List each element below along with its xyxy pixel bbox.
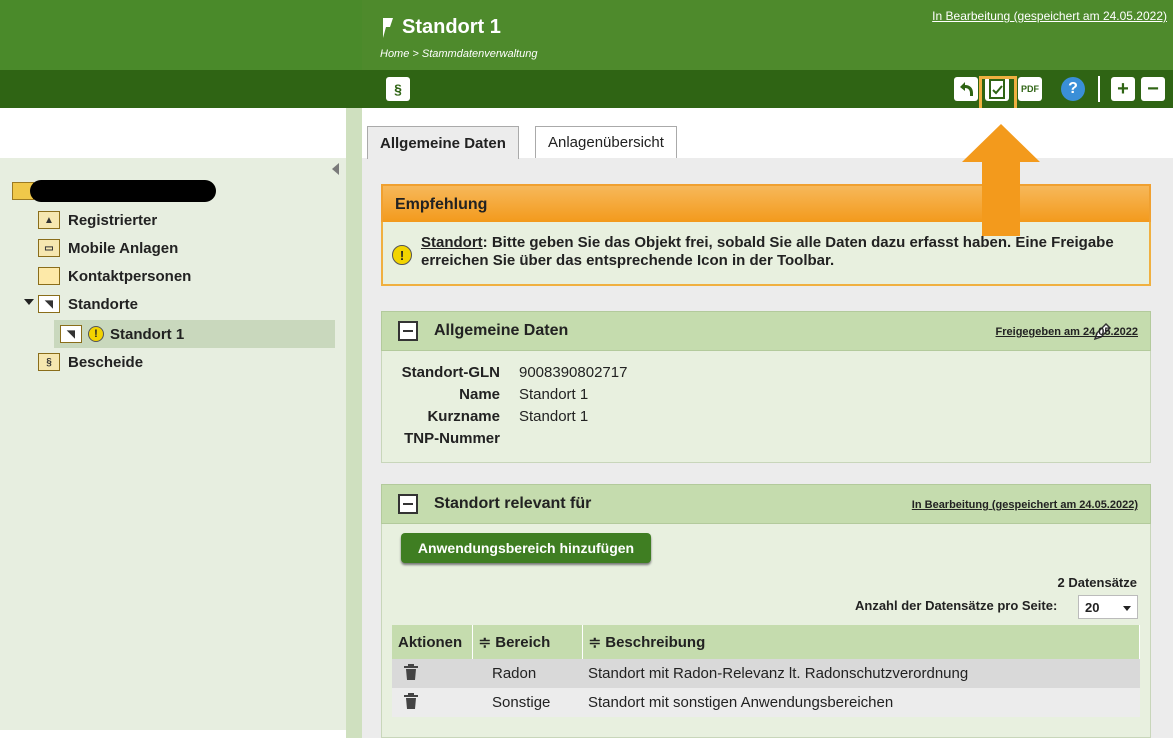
page-title: Standort 1	[380, 16, 501, 39]
column-header-bereich[interactable]: ≑ Bereich	[472, 625, 583, 659]
sidebar-item-label: Kontaktpersonen	[68, 267, 192, 285]
sidebar-item-label: Bescheide	[68, 353, 144, 371]
sidebar-item-bescheide[interactable]: § Bescheide	[38, 350, 143, 374]
cell-bereich: Sonstige	[472, 688, 582, 717]
per-page-value: 20	[1085, 599, 1100, 615]
per-page-select[interactable]: 20	[1078, 595, 1138, 619]
add-application-area-button[interactable]: Anwendungsbereich hinzufügen	[401, 533, 651, 563]
field-value: Standort 1	[519, 408, 589, 425]
section-status-link[interactable]: Freigegeben am 24.05.2022	[996, 326, 1138, 338]
sidebar-item-mobile-anlagen[interactable]: ▭ Mobile Anlagen	[38, 236, 178, 260]
sidebar-item-standorte[interactable]: ◥ Standorte	[38, 292, 138, 316]
field-label: TNP-Nummer	[404, 430, 500, 447]
field-standort-gln: Standort-GLN 9008390802717	[396, 364, 628, 381]
device-folder-icon: ▭	[38, 239, 60, 257]
sidebar-top-blank	[0, 108, 346, 158]
relevant-section-header: Standort relevant für In Bearbeitung (ge…	[381, 484, 1151, 524]
general-section-header: Allgemeine Daten Freigegeben am 24.05.20…	[381, 311, 1151, 351]
sidebar-item-standort-1[interactable]: ◥ ! Standort 1	[60, 322, 184, 346]
expand-arrow-icon[interactable]	[24, 299, 34, 305]
collapse-section-icon[interactable]	[398, 494, 418, 514]
recommendation-text: Standort: Bitte geben Sie das Objekt fre…	[421, 234, 1121, 270]
person-card-icon: ▲	[38, 211, 60, 229]
trash-icon[interactable]	[402, 692, 420, 710]
column-header-beschreibung[interactable]: ≑ Beschreibung	[582, 625, 1140, 659]
collapse-section-icon[interactable]	[398, 321, 418, 341]
standort-link[interactable]: Standort	[421, 234, 483, 251]
status-link[interactable]: In Bearbeitung (gespeichert am 24.05.202…	[932, 9, 1167, 23]
field-value: Standort 1	[519, 386, 589, 403]
row-actions	[392, 688, 472, 717]
collapse-panel-icon[interactable]	[332, 163, 339, 175]
page-title-text: Standort 1	[402, 16, 501, 38]
warning-icon: !	[88, 326, 104, 342]
cell-beschreibung: Standort mit sonstigen Anwendungsbereich…	[582, 688, 1140, 717]
table-row: Radon Standort mit Radon-Relevanz lt. Ra…	[392, 659, 1140, 688]
undo-icon[interactable]	[954, 77, 978, 101]
help-icon[interactable]: ?	[1061, 77, 1085, 101]
sidebar-item-label: Standorte	[68, 295, 139, 313]
sidebar-item-label: Mobile Anlagen	[68, 239, 179, 257]
pdf-icon[interactable]: PDF	[1018, 77, 1042, 101]
paragraph-folder-icon: §	[38, 353, 60, 371]
trash-icon[interactable]	[402, 663, 420, 681]
toolbar-divider	[1098, 76, 1100, 102]
field-kurzname: Kurzname Standort 1	[396, 408, 588, 425]
section-title: Standort relevant für	[434, 495, 592, 512]
chevron-down-icon	[1123, 606, 1131, 611]
cell-bereich: Radon	[472, 659, 582, 688]
sidebar-item-registrierter[interactable]: ▲ Registrierter	[38, 208, 157, 232]
header-left-area	[0, 0, 362, 70]
column-header-aktionen: Aktionen	[392, 625, 473, 659]
breadcrumb[interactable]: Home > Stammdatenverwaltung	[380, 48, 537, 60]
annotation-arrow-icon	[962, 124, 1040, 236]
table-header-row: Aktionen ≑ Bereich ≑ Beschreibung	[392, 625, 1140, 659]
field-tnp-nummer: TNP-Nummer	[396, 430, 519, 447]
collapse-all-icon[interactable]: −	[1141, 77, 1165, 101]
row-actions	[392, 659, 472, 688]
field-label: Standort-GLN	[401, 364, 500, 381]
redacted-name	[30, 180, 216, 202]
tab-allgemeine-daten[interactable]: Allgemeine Daten	[367, 126, 519, 159]
location-icon: ◥	[60, 325, 82, 343]
field-label: Name	[459, 386, 500, 403]
location-folder-icon: ◥	[38, 295, 60, 313]
sidebar-item-label: Standort 1	[110, 325, 185, 343]
folder-icon	[38, 267, 60, 285]
field-value: 9008390802717	[519, 364, 628, 381]
sidebar	[0, 108, 346, 738]
record-count: 2 Datensätze	[1057, 575, 1137, 590]
cell-beschreibung: Standort mit Radon-Relevanz lt. Radonsch…	[582, 659, 1140, 688]
expand-all-icon[interactable]: +	[1111, 77, 1135, 101]
sidebar-item-label: Registrierter	[68, 211, 158, 229]
paragraph-icon[interactable]: §	[386, 77, 410, 101]
table-row: Sonstige Standort mit sonstigen Anwendun…	[392, 688, 1140, 717]
sidebar-bottom	[0, 730, 346, 738]
sidebar-item-kontaktpersonen[interactable]: Kontaktpersonen	[38, 264, 191, 288]
field-name: Name Standort 1	[396, 386, 588, 403]
per-page-label: Anzahl der Datensätze pro Seite:	[855, 598, 1058, 613]
section-title: Allgemeine Daten	[434, 322, 569, 339]
section-status-link[interactable]: In Bearbeitung (gespeichert am 24.05.202…	[912, 499, 1138, 511]
panel-splitter[interactable]	[346, 108, 362, 738]
location-pin-icon	[383, 17, 393, 38]
relevance-table: Aktionen ≑ Bereich ≑ Beschreibung Radon …	[392, 625, 1140, 717]
warning-icon: !	[392, 245, 412, 265]
tab-anlagenuebersicht[interactable]: Anlagenübersicht	[535, 126, 677, 158]
field-label: Kurzname	[427, 408, 500, 425]
recommendation-message: : Bitte geben Sie das Objekt frei, sobal…	[421, 234, 1114, 269]
